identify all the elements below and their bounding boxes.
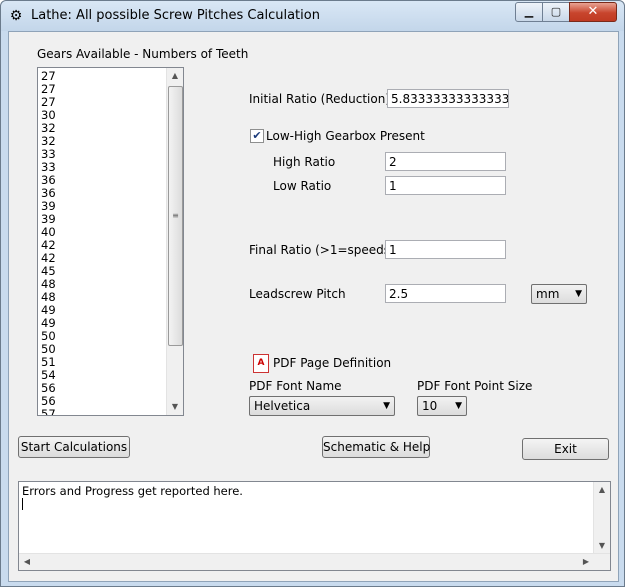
- pdf-font-size-value: 10: [422, 399, 438, 413]
- list-item[interactable]: 50: [41, 330, 161, 343]
- scroll-down-arrow-icon[interactable]: ▼: [167, 399, 183, 415]
- list-item[interactable]: 27: [41, 83, 161, 96]
- list-item[interactable]: 40: [41, 226, 161, 239]
- gearbox-label: Low-High Gearbox Present: [266, 129, 425, 143]
- progress-log-textarea[interactable]: Errors and Progress get reported here. ▲…: [18, 481, 611, 571]
- exit-button[interactable]: Exit: [522, 438, 609, 460]
- gears-vertical-scrollbar[interactable]: ▲ ≡ ▼: [166, 68, 183, 415]
- list-item[interactable]: 39: [41, 200, 161, 213]
- scroll-right-arrow-icon[interactable]: ▶: [578, 554, 594, 570]
- list-item[interactable]: 33: [41, 161, 161, 174]
- maximize-button[interactable]: ▢: [542, 2, 570, 22]
- list-item[interactable]: 32: [41, 135, 161, 148]
- list-item[interactable]: 49: [41, 317, 161, 330]
- pdf-font-size-select[interactable]: 10 ▼: [417, 396, 467, 416]
- initial-ratio-label: Initial Ratio (Reduction): [249, 92, 390, 106]
- list-item[interactable]: 39: [41, 213, 161, 226]
- start-calculations-button[interactable]: Start Calculations: [18, 436, 130, 458]
- list-item[interactable]: 32: [41, 122, 161, 135]
- leadscrew-unit-select[interactable]: mm ▼: [531, 284, 587, 304]
- scroll-left-arrow-icon[interactable]: ◀: [19, 554, 35, 570]
- title-bar[interactable]: ⚙ Lathe: All possible Screw Pitches Calc…: [1, 1, 624, 31]
- list-item[interactable]: 48: [41, 291, 161, 304]
- scroll-down-arrow-icon[interactable]: ▼: [594, 538, 610, 554]
- leadscrew-label: Leadscrew Pitch: [249, 287, 346, 301]
- log-horizontal-scrollbar[interactable]: ◀ ▶: [19, 553, 610, 570]
- pdf-font-name-select[interactable]: Helvetica ▼: [249, 396, 395, 416]
- scroll-thumb[interactable]: ≡: [168, 86, 183, 346]
- minimize-icon: ▁: [524, 5, 534, 18]
- pdf-font-size-label: PDF Font Point Size: [417, 379, 533, 393]
- checkmark-icon: ✔: [252, 129, 262, 142]
- gears-listbox[interactable]: 27 27 27 30 32 32 33 33 36 36 39 39 40 42 42 45 48 48 49 49…: [37, 67, 184, 416]
- close-button[interactable]: ✕: [569, 2, 617, 22]
- app-window: ⚙ Lathe: All possible Screw Pitches Calc…: [0, 0, 625, 587]
- close-icon: ✕: [587, 4, 599, 19]
- list-item[interactable]: 42: [41, 239, 161, 252]
- pdf-font-name-value: Helvetica: [254, 399, 311, 413]
- window-title: Lathe: All possible Screw Pitches Calcul…: [31, 8, 320, 23]
- pdf-page-definition-label: PDF Page Definition: [273, 356, 392, 370]
- lathe-app-icon: ⚙: [9, 8, 23, 24]
- high-ratio-label: High Ratio: [273, 155, 336, 169]
- leadscrew-unit-value: mm: [536, 287, 560, 301]
- gears-list-items: 27 27 27 30 32 32 33 33 36 36 39 39 40 42 42 45 48 48 49 49…: [41, 70, 161, 416]
- pdf-icon: A: [253, 354, 269, 373]
- list-item[interactable]: 57: [41, 408, 161, 416]
- dropdown-arrow-icon: ▼: [383, 401, 390, 411]
- initial-ratio-input[interactable]: 5.83333333333333: [387, 89, 509, 108]
- list-item[interactable]: 54: [41, 369, 161, 382]
- list-item[interactable]: 50: [41, 343, 161, 356]
- list-item[interactable]: 33: [41, 148, 161, 161]
- list-item[interactable]: 48: [41, 278, 161, 291]
- schematic-help-button[interactable]: Schematic & Help: [322, 436, 430, 458]
- list-item[interactable]: 56: [41, 395, 161, 408]
- low-ratio-input[interactable]: 1: [385, 176, 506, 195]
- scroll-up-arrow-icon[interactable]: ▲: [167, 68, 183, 84]
- list-item[interactable]: 27: [41, 70, 161, 83]
- gears-label: Gears Available - Numbers of Teeth: [37, 47, 249, 61]
- dropdown-arrow-icon: ▼: [575, 289, 582, 299]
- dropdown-arrow-icon: ▼: [455, 401, 462, 411]
- high-ratio-input[interactable]: 2: [385, 152, 506, 171]
- list-item[interactable]: 49: [41, 304, 161, 317]
- leadscrew-input[interactable]: 2.5: [385, 284, 506, 303]
- final-ratio-input[interactable]: 1: [385, 240, 506, 259]
- list-item[interactable]: 27: [41, 96, 161, 109]
- pdf-font-name-label: PDF Font Name: [249, 379, 342, 393]
- text-cursor: [22, 498, 23, 510]
- list-item[interactable]: 36: [41, 174, 161, 187]
- minimize-button[interactable]: ▁: [515, 2, 543, 22]
- list-item[interactable]: 36: [41, 187, 161, 200]
- list-item[interactable]: 45: [41, 265, 161, 278]
- scroll-up-arrow-icon[interactable]: ▲: [594, 482, 610, 498]
- maximize-icon: ▢: [550, 5, 562, 18]
- progress-log-text: Errors and Progress get reported here.: [22, 484, 243, 498]
- gearbox-checkbox[interactable]: ✔: [250, 129, 264, 143]
- low-ratio-label: Low Ratio: [273, 179, 332, 193]
- list-item[interactable]: 42: [41, 252, 161, 265]
- list-item[interactable]: 56: [41, 382, 161, 395]
- log-vertical-scrollbar[interactable]: ▲ ▼: [593, 482, 610, 554]
- client-area: Gears Available - Numbers of Teeth 27 27 2…: [8, 31, 619, 582]
- list-item[interactable]: 30: [41, 109, 161, 122]
- list-item[interactable]: 51: [41, 356, 161, 369]
